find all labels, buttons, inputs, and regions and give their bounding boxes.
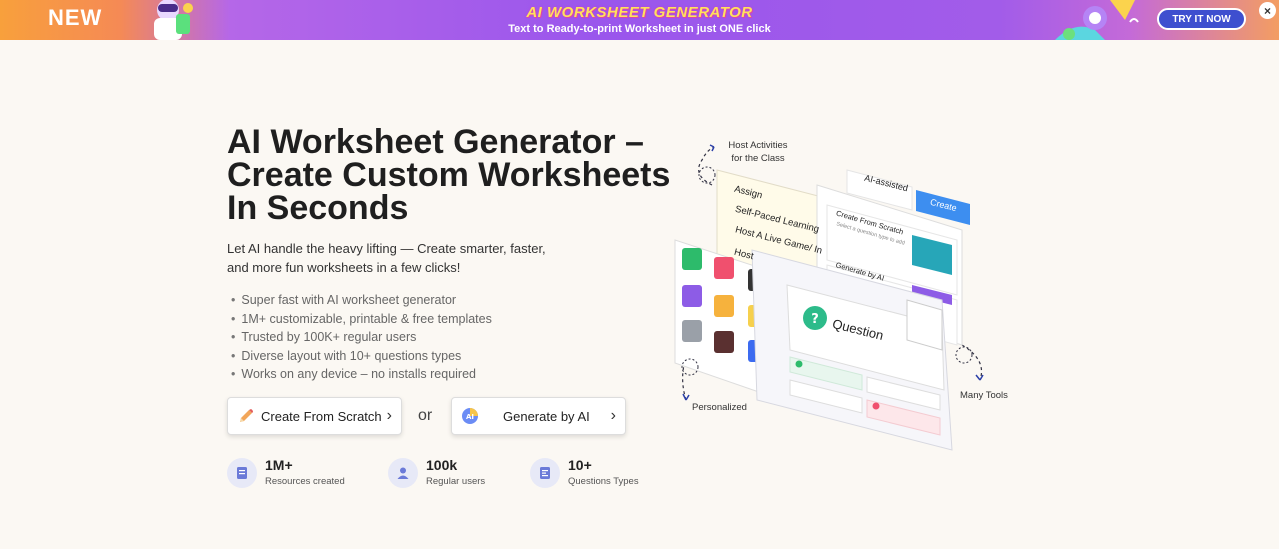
generate-by-ai-label: Generate by AI [503, 408, 590, 424]
close-icon[interactable]: × [1259, 2, 1276, 19]
label-many-tools: Many Tools [960, 390, 1008, 401]
pencil-icon [237, 407, 255, 425]
label-personalized: Personalized [692, 402, 747, 413]
feature-item: Super fast with AI worksheet generator [231, 291, 492, 310]
stat-caption: Regular users [426, 476, 486, 487]
page-title: AI Worksheet Generator – Create Custom W… [227, 123, 671, 227]
user-icon [388, 458, 418, 488]
feature-item: Trusted by 100K+ regular users [231, 328, 492, 347]
svg-text:AI: AI [466, 413, 474, 421]
feature-item: 1M+ customizable, printable & free templ… [231, 310, 491, 329]
feature-list: Super fast with AI worksheet generator 1… [231, 291, 492, 384]
ai-icon: AI [461, 407, 479, 425]
stat-value: 1M+ [265, 457, 293, 473]
list-icon [530, 458, 560, 488]
chevron-right-icon: › [386, 407, 392, 424]
stat-caption: Resources created [265, 476, 345, 487]
svg-text:?: ? [811, 312, 819, 327]
generate-by-ai-button[interactable]: AI Generate by AI › [451, 397, 626, 435]
stat-caption: Questions Types [568, 476, 639, 487]
document-icon [227, 458, 257, 488]
or-separator: or [418, 407, 433, 424]
stat-value: 10+ [568, 457, 592, 473]
mascot-illustration-right [1055, 0, 1139, 40]
label-host-activities: Host Activities for the Class [728, 140, 788, 164]
create-from-scratch-button[interactable]: Create From Scratch › [227, 397, 402, 435]
chevron-right-icon: › [610, 407, 616, 424]
stat-value: 100k [426, 457, 458, 473]
feature-item: Works on any device – no installs requir… [231, 365, 492, 384]
feature-item: Diverse layout with 10+ questions types [231, 347, 492, 366]
try-it-now-button[interactable]: TRY IT NOW [1157, 8, 1246, 30]
promo-banner[interactable]: NEW AI WORKSHEET GENERATOR Text to Ready… [0, 0, 1279, 40]
product-illustration: ? Host Activities for the Class Personal… [672, 135, 1032, 455]
create-from-scratch-label: Create From Scratch [261, 408, 382, 424]
hero-description: Let AI handle the heavy lifting — Create… [227, 241, 546, 275]
